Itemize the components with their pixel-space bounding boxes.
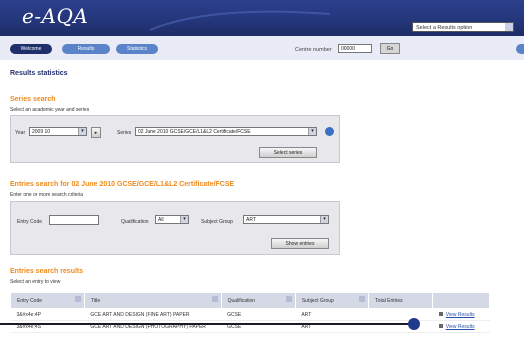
col-qualification[interactable]: Qualification [220,292,296,309]
cell-entry-code: 3&#x4e;4P [10,308,85,321]
year-select[interactable]: 2009 10 ▾ [29,127,87,136]
arrow-icon [438,324,443,329]
sort-icon [211,296,218,302]
entries-results-heading: Entries search results [10,268,84,275]
subject-group-label: Subject Group [201,219,233,225]
centre-number-label: Centre number [295,47,332,53]
series-instruction: Select an academic year and series [10,107,90,113]
subject-group-value: ART [246,217,256,223]
callout-line [0,323,414,325]
qualification-value: All [158,217,164,223]
callout-dot [408,318,420,330]
results-option-select[interactable]: Select a Results option [412,22,514,32]
nav-pill-label: Statistics [126,46,147,52]
cell-action: View Results [432,308,490,321]
sort-icon [359,296,366,302]
col-label: Qualification [227,297,256,304]
year-go-button[interactable]: ▸ [91,127,101,138]
cell-qualification: GCSE [221,308,296,321]
series-search-heading: Series search [10,96,56,103]
col-label: Total Entries [375,297,403,304]
page-title: Results statistics [10,70,68,77]
entry-code-input[interactable] [49,215,99,225]
cell-title: GCE ART AND DESIGN (FINE ART) PAPER [84,308,222,321]
sort-icon [74,296,81,302]
cell-subject-group: ART [295,308,369,321]
results-option-value: Select a Results option [416,25,473,31]
year-value: 2009 10 [32,129,51,135]
centre-go-button[interactable]: Go [380,43,400,54]
chevron-down-icon: ▾ [320,216,328,223]
results-instruction: Select an entry to view [10,279,61,285]
banner-swoosh [150,10,330,31]
col-entry-code[interactable]: Entry Code [10,292,85,309]
series-panel: Year 2009 10 ▾ ▸ Series 02 June 2010 GCS… [10,115,340,163]
cell-action: View Results [432,320,490,333]
cell-total-entries [368,308,433,321]
nav-pill-welcome[interactable]: Welcome [10,44,52,54]
nav-pill-statistics[interactable]: Statistics [116,44,158,54]
chevron-down-icon: ▾ [78,128,86,135]
nav-pill-edge[interactable] [516,44,524,54]
entries-search-heading: Entries search for 02 June 2010 GCSE/GCE… [10,181,235,188]
nav-pill-results[interactable]: Results [62,44,110,54]
show-entries-button[interactable]: Show entries [271,238,329,249]
nav-pill-label: Welcome [20,46,42,52]
subject-group-select[interactable]: ART ▾ [243,215,329,224]
centre-number-input[interactable]: 00000 [338,44,372,53]
entries-panel: Entry Code Qualification All ▾ Subject G… [10,201,340,255]
series-select[interactable]: 02 June 2010 GCSE/GCE/L1&L2 Certificate/… [135,127,317,136]
col-label: Title [90,297,101,304]
chevron-down-icon: ▾ [180,216,188,223]
entry-code-label: Entry Code [17,219,43,225]
series-value: 02 June 2010 GCSE/GCE/L1&L2 Certificate/… [138,129,251,135]
help-icon[interactable] [325,127,334,136]
nav-bar: Welcome Results Statistics Centre number… [0,36,524,60]
year-label: Year [15,130,26,136]
series-label: Series [117,130,132,136]
view-results-link[interactable]: View Results [446,312,475,318]
col-action [432,292,490,309]
arrow-icon [438,312,443,317]
col-label: Entry Code [17,297,43,304]
entries-instruction: Enter one or more search criteria [10,192,84,198]
col-title[interactable]: Title [83,292,222,309]
select-series-button[interactable]: Select series [259,147,317,158]
header-banner: e-AQA Select a Results option [0,0,524,36]
chevron-down-icon: ▾ [308,128,316,135]
eaqa-logo: e-AQA [22,4,89,28]
col-total-entries[interactable]: Total Entries [368,292,434,309]
qualification-select[interactable]: All ▾ [155,215,189,224]
nav-pill-label: Results [77,46,95,52]
sort-icon [285,296,292,302]
qualification-label: Qualification [121,219,149,225]
results-header-row: Entry Code Title Qualification Subject G… [10,292,490,309]
col-label: Subject Group [301,297,334,304]
col-subject-group[interactable]: Subject Group [294,292,370,309]
view-results-link[interactable]: View Results [446,324,475,330]
chevron-down-icon [505,23,513,31]
